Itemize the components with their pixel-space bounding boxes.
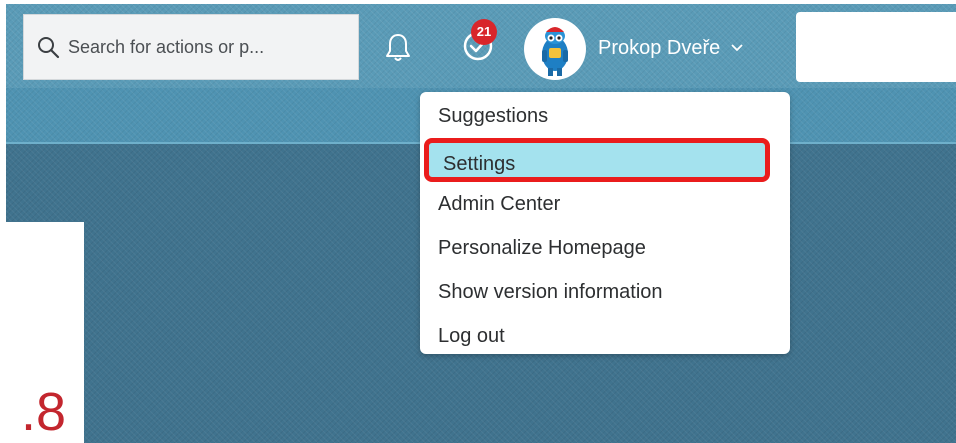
- notifications-button[interactable]: [380, 29, 416, 65]
- chevron-down-icon: [730, 43, 744, 53]
- menu-item-suggestions[interactable]: Suggestions: [420, 96, 790, 136]
- search-input[interactable]: [68, 36, 348, 58]
- robot-avatar-icon: [542, 27, 568, 76]
- user-menu-dropdown: Suggestions Settings Admin Center Person…: [420, 92, 790, 354]
- app-window: 21 Prokop Dveře: [6, 4, 956, 443]
- search-box[interactable]: [23, 14, 359, 80]
- user-menu-trigger[interactable]: Prokop Dveře: [598, 32, 744, 64]
- tile-value: .8: [20, 382, 66, 442]
- menu-item-show-version-information[interactable]: Show version information: [420, 272, 790, 312]
- header-right-panel: [796, 12, 956, 82]
- shell-header: 21 Prokop Dveře: [6, 4, 956, 88]
- menu-item-log-out[interactable]: Log out: [420, 316, 790, 356]
- menu-item-settings[interactable]: Settings: [424, 138, 770, 182]
- menu-item-admin-center[interactable]: Admin Center: [420, 184, 790, 224]
- search-icon: [34, 33, 62, 61]
- user-name: Prokop Dveře: [598, 36, 721, 59]
- tile-card[interactable]: .8: [6, 222, 84, 443]
- tasks-count-badge: 21: [471, 19, 497, 45]
- bell-icon: [386, 34, 410, 61]
- menu-item-personalize-homepage[interactable]: Personalize Homepage: [420, 228, 790, 268]
- avatar[interactable]: [524, 18, 586, 80]
